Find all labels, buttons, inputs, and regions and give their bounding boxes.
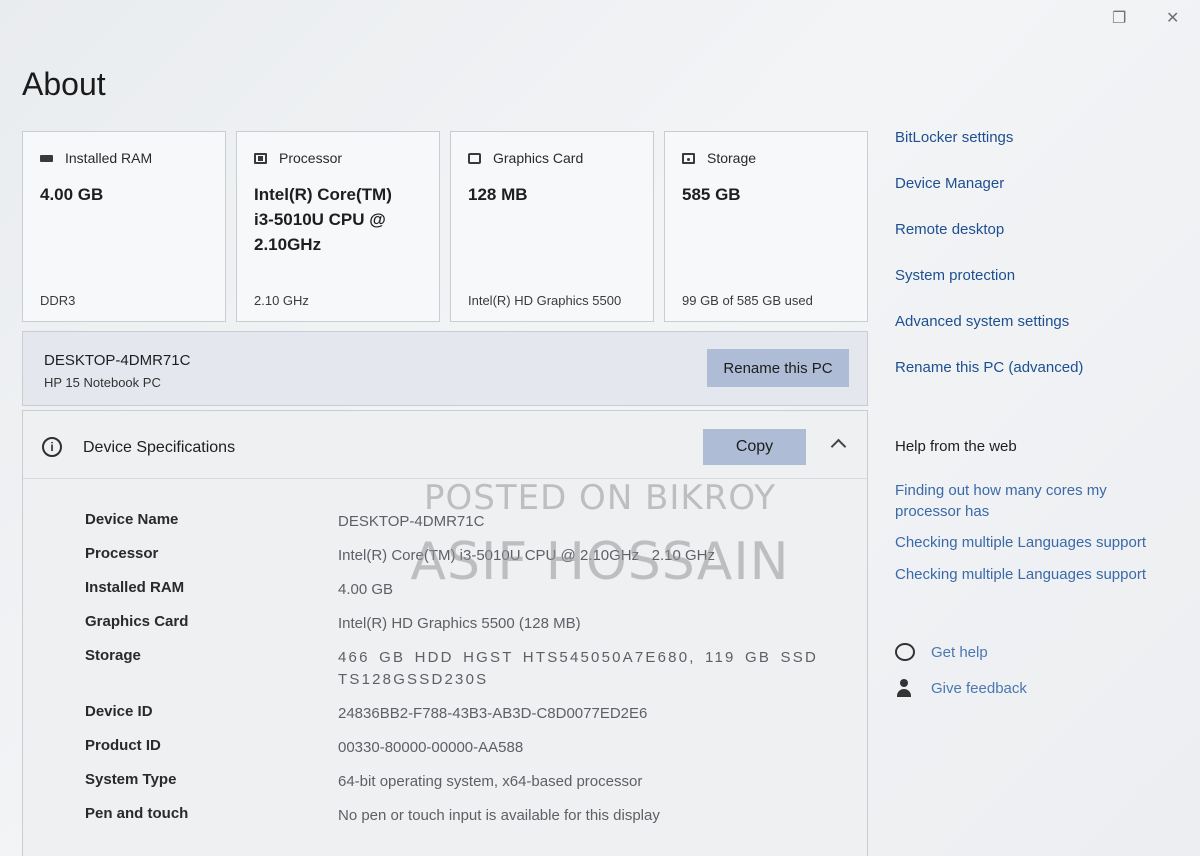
spec-value: Intel(R) HD Graphics 5500 (128 MB) (338, 615, 581, 632)
device-manager-link[interactable]: Device Manager (895, 175, 1004, 192)
storage-icon (682, 152, 695, 164)
card-label: Installed RAM (65, 150, 153, 166)
card-value: 128 MB (468, 185, 528, 204)
card-sub: 2.10 GHz (254, 293, 309, 308)
get-help-icon (895, 643, 915, 661)
chevron-up-icon[interactable] (830, 438, 847, 455)
get-help-link[interactable]: Get help (895, 643, 988, 661)
card-sub: Intel(R) HD Graphics 5500 (468, 293, 622, 308)
help-from-web-heading: Help from the web (895, 438, 1017, 455)
card-value: 4.00 GB (40, 185, 104, 204)
system-protection-link[interactable]: System protection (895, 267, 1015, 284)
card-processor: Processor Intel(R) Core(TM) i3-5010U CPU… (236, 131, 440, 322)
feedback-icon (895, 679, 915, 697)
spec-value: 64-bit operating system, x64-based proce… (338, 773, 643, 790)
card-sub: DDR3 (40, 293, 76, 308)
pc-name-bar: DESKTOP-4DMR71C HP 15 Notebook PC Rename… (22, 331, 868, 406)
card-installed-ram: Installed RAM 4.00 GB DDR3 (22, 131, 226, 322)
spec-label: Graphics Card (85, 613, 189, 630)
advanced-system-settings-link[interactable]: Advanced system settings (895, 313, 1069, 330)
graphics-card-icon (468, 152, 481, 164)
page-title: About (22, 66, 106, 102)
card-sub: 99 GB of 585 GB used (682, 293, 813, 308)
memory-icon (40, 154, 53, 162)
spec-label: Product ID (85, 737, 161, 754)
spec-value: 00330-80000-00000-AA588 (338, 739, 524, 756)
web-help-link[interactable]: Checking multiple Languages support (895, 564, 1175, 585)
card-label: Graphics Card (493, 150, 584, 166)
spec-value: No pen or touch input is available for t… (338, 807, 660, 824)
spec-label: Device ID (85, 703, 153, 720)
restore-window-icon[interactable]: ❐ (1112, 8, 1126, 28)
spec-value: DESKTOP-4DMR71C (338, 513, 485, 530)
pc-name: DESKTOP-4DMR71C (44, 352, 191, 369)
spec-value: Intel(R) Core(TM) i3-5010U CPU @ 2.10GHz… (338, 547, 715, 564)
card-label: Processor (279, 150, 343, 166)
spec-label: Pen and touch (85, 805, 189, 822)
rename-pc-advanced-link[interactable]: Rename this PC (advanced) (895, 359, 1083, 376)
card-value: 585 GB (682, 185, 741, 204)
spec-label: Installed RAM (85, 579, 185, 596)
close-window-icon[interactable]: ✕ (1166, 8, 1179, 28)
card-value: Intel(R) Core(TM) i3-5010U CPU @ 2.10GHz (254, 185, 392, 254)
give-feedback-link[interactable]: Give feedback (895, 679, 1027, 697)
web-help-link[interactable]: Checking multiple Languages support (895, 532, 1175, 553)
spec-value: 466 GB HDD HGST HTS545050A7E680, 119 GB … (338, 649, 818, 688)
card-label: Storage (707, 150, 757, 166)
spec-value: 4.00 GB (338, 581, 394, 598)
spec-label: Processor (85, 545, 159, 562)
specs-title: Device Specifications (83, 439, 236, 456)
info-icon: i (42, 437, 62, 457)
bitlocker-settings-link[interactable]: BitLocker settings (895, 129, 1013, 146)
card-storage: Storage 585 GB 99 GB of 585 GB used (664, 131, 868, 322)
pc-model: HP 15 Notebook PC (44, 375, 161, 390)
web-help-link[interactable]: Finding out how many cores my processor … (895, 480, 1175, 522)
device-specifications-panel: i Device Specifications Copy Device Name… (22, 410, 868, 856)
card-graphics: Graphics Card 128 MB Intel(R) HD Graphic… (450, 131, 654, 322)
spec-label: System Type (85, 771, 177, 788)
spec-label: Device Name (85, 511, 179, 528)
specs-header[interactable]: i Device Specifications Copy (23, 411, 867, 479)
processor-icon (254, 152, 267, 164)
copy-button[interactable]: Copy (703, 429, 806, 465)
summary-cards: Installed RAM 4.00 GB DDR3 Processor Int… (22, 131, 868, 322)
spec-label: Storage (85, 647, 141, 664)
remote-desktop-link[interactable]: Remote desktop (895, 221, 1004, 238)
spec-value: 24836BB2-F788-43B3-AB3D-C8D0077ED2E6 (338, 705, 648, 722)
give-feedback-label: Give feedback (931, 679, 1027, 697)
rename-pc-button[interactable]: Rename this PC (707, 349, 849, 387)
get-help-label: Get help (931, 643, 988, 661)
